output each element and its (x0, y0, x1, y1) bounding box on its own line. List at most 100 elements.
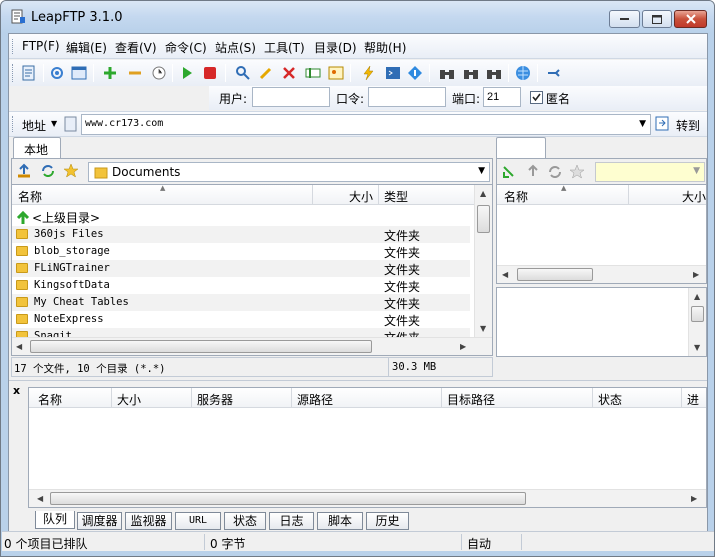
local-path-combo[interactable]: Documents ▼ (88, 162, 490, 182)
close-button[interactable] (674, 10, 707, 28)
remote-path-combo[interactable]: ▼ (595, 162, 705, 182)
refresh-icon[interactable] (547, 164, 563, 180)
col-type[interactable]: 类型 (384, 188, 408, 205)
scroll-down-icon[interactable]: ▼ (480, 324, 486, 333)
scroll-down-icon[interactable]: ▼ (694, 343, 700, 352)
col-size[interactable]: 大小 (349, 188, 373, 205)
scroll-left-icon[interactable]: ◀ (16, 342, 22, 351)
hscroll-thumb[interactable] (50, 492, 526, 505)
pencil-icon[interactable] (257, 64, 275, 82)
go-icon[interactable] (655, 116, 670, 132)
upload-icon[interactable] (525, 164, 541, 180)
site-manager-icon[interactable] (20, 64, 38, 82)
menu-ftp[interactable]: FTP(F) (22, 39, 60, 53)
scroll-thumb[interactable] (477, 205, 490, 233)
minimize-button[interactable] (609, 10, 640, 28)
scroll-right-icon[interactable]: ▶ (460, 342, 466, 351)
upload-icon[interactable] (16, 163, 32, 179)
tab-log[interactable]: 日志 (269, 512, 314, 530)
rename-icon[interactable] (304, 64, 322, 82)
list-item[interactable]: blob_storage 文件夹 (12, 243, 470, 260)
chevron-down-icon[interactable]: ▼ (639, 119, 646, 129)
scroll-left-icon[interactable]: ◀ (37, 494, 43, 503)
address-input[interactable]: www.cr173.com ▼ (81, 114, 651, 135)
menu-site[interactable]: 站点(S) (215, 39, 256, 56)
list-item[interactable]: FLiNGTrainer 文件夹 (12, 260, 470, 277)
remote-col-name[interactable]: 名称 (504, 188, 528, 205)
globe-icon[interactable] (514, 64, 532, 82)
gear-icon[interactable] (48, 64, 66, 82)
go-button[interactable]: 转到 (676, 117, 700, 134)
list-item[interactable]: KingsoftData 文件夹 (12, 277, 470, 294)
address-label[interactable]: 地址 (22, 117, 46, 134)
chevron-down-icon[interactable]: ▼ (478, 166, 485, 176)
queue-col-source[interactable]: 源路径 (297, 391, 333, 408)
hscroll-thumb[interactable] (30, 340, 372, 353)
queue-col-progress[interactable]: 进 (687, 391, 699, 408)
diamond-icon[interactable] (406, 64, 424, 82)
queue-col-server[interactable]: 服务器 (197, 391, 233, 408)
parent-dir-row[interactable]: <上级目录> (12, 209, 470, 226)
clock-icon[interactable] (150, 64, 168, 82)
tab-remote[interactable] (496, 137, 546, 158)
lightning-icon[interactable] (360, 64, 378, 82)
star-icon[interactable] (569, 164, 585, 180)
address-dropdown-icon[interactable]: ▼ (51, 119, 57, 128)
tab-history[interactable]: 历史 (366, 512, 409, 530)
port-field[interactable] (483, 87, 521, 107)
tab-local[interactable]: 本地 (13, 137, 61, 158)
binoculars-next-icon[interactable] (462, 64, 480, 82)
star-icon[interactable] (63, 163, 79, 179)
local-vscroll[interactable]: ▲ ▼ (474, 185, 492, 337)
queue-hscroll[interactable]: ◀ ▶ (29, 489, 706, 507)
connect-icon[interactable] (545, 64, 563, 82)
menu-tools[interactable]: 工具(T) (264, 39, 305, 56)
hscroll-thumb[interactable] (517, 268, 593, 281)
tab-queue[interactable]: 队列 (35, 511, 75, 529)
terminal-icon[interactable] (384, 64, 402, 82)
remote-vscroll[interactable]: ▲ ▼ (688, 288, 706, 356)
menu-help[interactable]: 帮助(H) (364, 39, 406, 56)
scroll-thumb[interactable] (691, 306, 704, 322)
col-name[interactable]: 名称 (18, 188, 42, 205)
queue-col-status[interactable]: 状态 (598, 391, 622, 408)
password-field[interactable] (368, 87, 446, 107)
scroll-up-icon[interactable]: ▲ (694, 292, 700, 301)
list-item[interactable]: 360js Files 文件夹 (12, 226, 470, 243)
binoculars-prev-icon[interactable] (485, 64, 503, 82)
scroll-left-icon[interactable]: ◀ (502, 270, 508, 279)
tab-monitor[interactable]: 监视器 (125, 512, 172, 530)
remote-hscroll[interactable]: ◀ ▶ (497, 265, 706, 283)
user-field[interactable] (252, 87, 330, 107)
image-icon[interactable] (327, 64, 345, 82)
play-icon[interactable] (178, 64, 196, 82)
tab-script[interactable]: 脚本 (317, 512, 363, 530)
queue-col-size[interactable]: 大小 (117, 391, 141, 408)
anonymous-checkbox[interactable] (530, 91, 543, 104)
refresh-icon[interactable] (40, 163, 56, 179)
list-item[interactable]: NoteExpress 文件夹 (12, 311, 470, 328)
queue-col-target[interactable]: 目标路径 (447, 391, 495, 408)
queue-col-name[interactable]: 名称 (38, 391, 62, 408)
scroll-right-icon[interactable]: ▶ (693, 270, 699, 279)
menu-edit[interactable]: 编辑(E) (66, 39, 107, 56)
menu-view[interactable]: 查看(V) (115, 39, 157, 56)
menu-command[interactable]: 命令(C) (165, 39, 207, 56)
window-icon[interactable] (70, 64, 88, 82)
queue-close-icon[interactable]: x (13, 384, 20, 397)
tab-scheduler[interactable]: 调度器 (77, 512, 122, 530)
maximize-button[interactable] (642, 10, 672, 28)
delete-icon[interactable] (280, 64, 298, 82)
tab-url[interactable]: URL (175, 512, 221, 530)
add-icon[interactable] (101, 64, 119, 82)
search-icon[interactable] (234, 64, 252, 82)
tab-status[interactable]: 状态 (224, 512, 266, 530)
remove-icon[interactable] (126, 64, 144, 82)
binoculars-icon[interactable] (438, 64, 456, 82)
chevron-down-icon[interactable]: ▼ (693, 166, 700, 176)
list-item[interactable]: My Cheat Tables 文件夹 (12, 294, 470, 311)
scroll-up-icon[interactable]: ▲ (480, 189, 486, 198)
remote-col-size[interactable]: 大小 (682, 188, 706, 205)
scroll-right-icon[interactable]: ▶ (691, 494, 697, 503)
local-hscroll[interactable]: ◀ ▶ (12, 337, 492, 355)
